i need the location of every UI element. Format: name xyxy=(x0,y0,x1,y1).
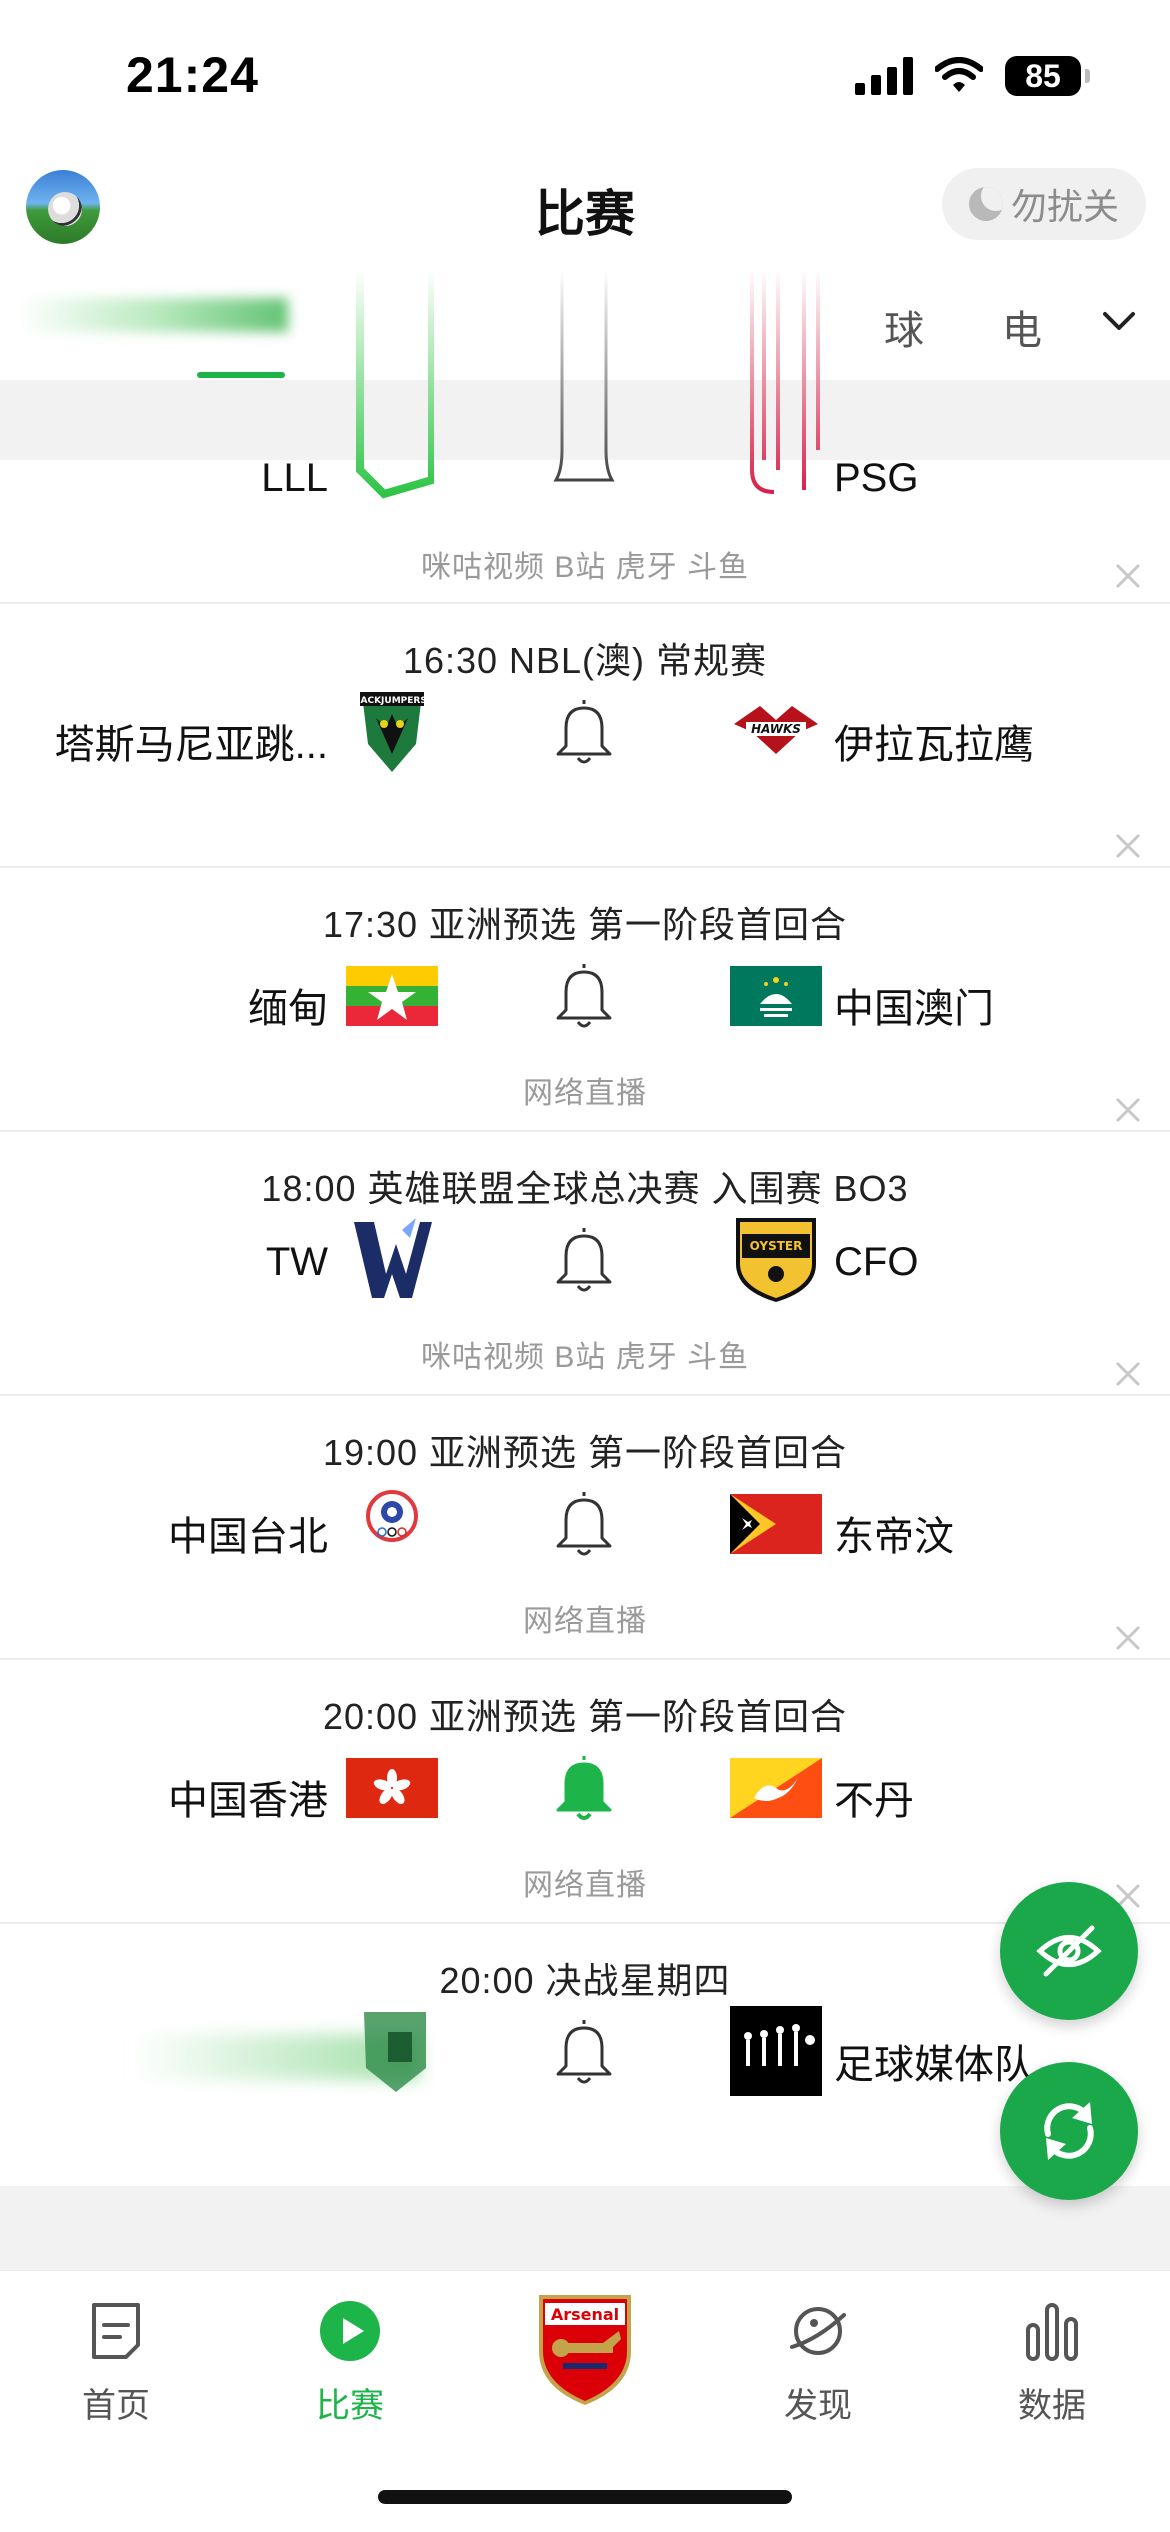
status-time: 21:24 xyxy=(126,47,259,103)
bell-icon[interactable] xyxy=(552,696,616,766)
away-team-name: 东帝汶 xyxy=(834,1515,954,1559)
away-team-name: CFO xyxy=(834,1240,919,1284)
away-team-name: 伊拉瓦拉鹰 xyxy=(834,723,1034,767)
bell-icon[interactable] xyxy=(552,270,616,490)
bell-icon-active[interactable] xyxy=(552,1752,616,1822)
wifi-icon xyxy=(935,57,983,92)
header: 比赛 勿扰关 xyxy=(0,160,1170,260)
match-card[interactable]: 16:30 NBL(澳) 常规赛 塔斯马尼亚跳... JACKJUMPERS H… xyxy=(0,604,1170,866)
away-team-name: 中国澳门 xyxy=(834,987,994,1031)
match-time-league: 16:30 NBL(澳) 常规赛 xyxy=(402,640,768,681)
broadcast-channels: 咪咕视频 B站 虎牙 斗鱼 xyxy=(420,551,749,584)
nav-home-label: 首页 xyxy=(82,2387,150,2425)
match-card[interactable]: 17:30 亚洲预选 第一阶段首回合 缅甸 中国澳门 网络直播 xyxy=(0,868,1170,1130)
tab-active-indicator xyxy=(197,372,285,378)
match-card[interactable]: 18:00 英雄联盟全球总决赛 入围赛 BO3 TW OYSTER CFO 咪咕… xyxy=(0,1132,1170,1394)
nav-discover-label: 发现 xyxy=(784,2387,852,2425)
bell-icon[interactable] xyxy=(552,2016,616,2086)
nav-data-label: 数据 xyxy=(1018,2387,1086,2425)
hawks-logo-icon: HAWKS xyxy=(734,706,818,754)
home-indicator xyxy=(378,2490,792,2504)
chinese-taipei-flag-icon xyxy=(366,1490,418,1542)
nav-matches[interactable]: 比赛 xyxy=(280,2299,420,2427)
bhutan-flag-icon xyxy=(730,1758,822,1818)
team-logo-icon xyxy=(364,2012,426,2092)
team-logo-icon xyxy=(750,270,820,494)
macau-flag-icon xyxy=(730,966,822,1026)
away-team-name: PSG xyxy=(834,456,919,500)
svg-text:OYSTER: OYSTER xyxy=(750,1239,803,1253)
match-card[interactable]: 19:00 亚洲预选 第一阶段首回合 中国台北 东帝汶 网络直播 xyxy=(0,1396,1170,1658)
close-icon[interactable] xyxy=(1114,1360,1142,1388)
svg-text:Arsenal: Arsenal xyxy=(551,2305,619,2324)
nav-data[interactable]: 数据 xyxy=(982,2299,1122,2427)
do-not-disturb-toggle[interactable]: 勿扰关 xyxy=(942,168,1146,240)
refresh-icon xyxy=(1044,2102,1094,2160)
section-divider xyxy=(0,2186,1170,2272)
close-icon[interactable] xyxy=(1114,562,1142,590)
battery-level: 85 xyxy=(1005,56,1081,96)
match-time-league: 19:00 亚洲预选 第一阶段首回合 xyxy=(322,1432,848,1473)
jackjumpers-logo-icon: JACKJUMPERS xyxy=(356,692,427,772)
hong-kong-flag-icon xyxy=(346,1758,438,1818)
bell-icon[interactable] xyxy=(552,1224,616,1294)
planet-icon xyxy=(790,2307,846,2355)
svg-text:HAWKS: HAWKS xyxy=(751,722,801,736)
eye-off-icon xyxy=(1036,1925,1102,1977)
match-time-league: 20:00 亚洲预选 第一阶段首回合 xyxy=(322,1696,848,1737)
bar-chart-icon xyxy=(1026,2303,1078,2361)
battery-indicator: 85 xyxy=(1005,56,1090,96)
tab-esports[interactable]: 电 xyxy=(1002,298,1042,356)
away-team-name: 不丹 xyxy=(834,1779,914,1823)
broadcast-channels: 咪咕视频 B站 虎牙 斗鱼 xyxy=(420,1341,749,1374)
tab-ball[interactable]: 球 xyxy=(884,298,924,356)
nav-team[interactable]: Arsenal xyxy=(515,2291,655,2407)
arsenal-crest-icon: Arsenal xyxy=(539,2295,631,2405)
bell-icon[interactable] xyxy=(552,1488,616,1558)
away-team-name: 足球媒体队 xyxy=(834,2043,1034,2087)
match-card[interactable]: 20:00 亚洲预选 第一阶段首回合 中国香港 不丹 网络直播 xyxy=(0,1660,1170,1922)
nav-matches-label: 比赛 xyxy=(316,2387,384,2425)
close-icon[interactable] xyxy=(1114,1624,1142,1652)
status-icons: 85 xyxy=(855,56,1090,96)
team-logo-icon xyxy=(356,270,434,499)
match-card-partial[interactable]: LLL PSG 咪咕视频 B站 虎牙 斗鱼 xyxy=(0,270,1170,604)
hide-toggle-button[interactable] xyxy=(1000,1882,1138,2020)
bell-icon[interactable] xyxy=(552,960,616,1030)
document-icon xyxy=(92,2303,140,2359)
play-circle-icon xyxy=(320,2301,380,2361)
match-time-league: 17:30 亚洲预选 第一阶段首回合 xyxy=(322,904,848,945)
timor-leste-flag-icon xyxy=(730,1494,822,1554)
nav-discover[interactable]: 发现 xyxy=(748,2299,888,2427)
home-team-name: LLL xyxy=(261,456,328,500)
dnd-label: 勿扰关 xyxy=(1010,186,1119,227)
status-bar: 21:24 85 xyxy=(0,0,1170,150)
tab-blurred[interactable] xyxy=(18,298,288,332)
cellular-signal-icon xyxy=(855,57,913,95)
flying-oyster-logo-icon: OYSTER xyxy=(736,1218,816,1302)
chevron-down-icon[interactable] xyxy=(1102,304,1136,338)
myanmar-flag-icon xyxy=(346,966,438,1026)
moon-icon xyxy=(968,187,1003,221)
svg-text:JACKJUMPERS: JACKJUMPERS xyxy=(356,696,427,706)
tw-logo-icon xyxy=(354,1218,432,1298)
match-card[interactable]: 20:00 决战星期四 足球媒体队 xyxy=(0,1924,1170,2186)
home-team-name: TW xyxy=(265,1240,328,1284)
close-icon[interactable] xyxy=(1114,1096,1142,1124)
football-media-team-logo-icon xyxy=(730,2006,822,2096)
home-team-name: 塔斯马尼亚跳... xyxy=(54,723,328,767)
broadcast-channels: 网络直播 xyxy=(523,1077,647,1110)
close-icon[interactable] xyxy=(1114,832,1142,860)
home-team-name: 缅甸 xyxy=(248,987,328,1031)
broadcast-channels: 网络直播 xyxy=(523,1605,647,1638)
broadcast-channels: 网络直播 xyxy=(523,1869,647,1902)
home-team-name: 中国台北 xyxy=(168,1515,328,1559)
home-team-name: 中国香港 xyxy=(168,1779,328,1823)
match-time-league: 18:00 英雄联盟全球总决赛 入围赛 BO3 xyxy=(261,1168,909,1209)
nav-home[interactable]: 首页 xyxy=(46,2299,186,2427)
refresh-button[interactable] xyxy=(1000,2062,1138,2200)
match-time-league: 20:00 决战星期四 xyxy=(439,1960,731,2001)
